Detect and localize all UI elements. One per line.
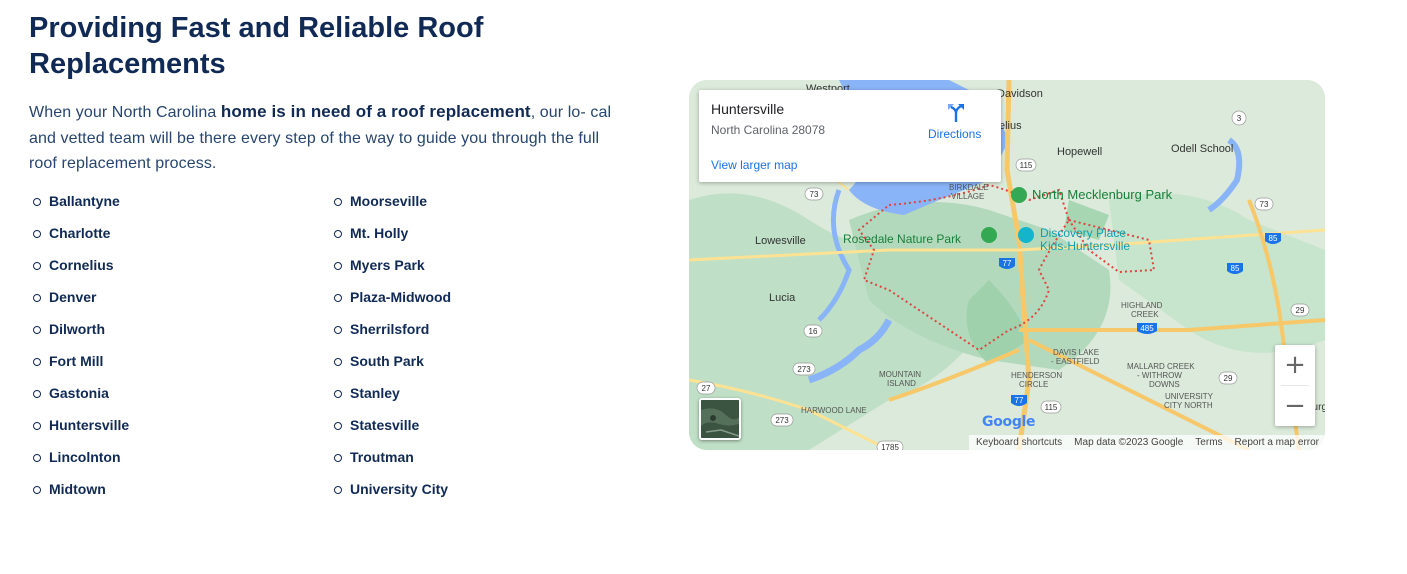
map-label-birkdale-village: VILLAGE <box>951 192 984 201</box>
place-info-card: Huntersville North Carolina 28078 Direct… <box>699 90 1001 182</box>
map-label-hopewell: Hopewell <box>1057 146 1102 158</box>
section-heading: Providing Fast and Reliable Roof Replace… <box>29 10 629 82</box>
map-label-lucia: Lucia <box>769 292 796 304</box>
list-item: Huntersville <box>33 409 129 441</box>
zoom-out-button[interactable]: − <box>1275 386 1315 426</box>
list-item: Cornelius <box>33 249 129 281</box>
list-item: Stanley <box>334 377 451 409</box>
map-label-mountain: MOUNTAIN <box>879 370 921 379</box>
list-item: Myers Park <box>334 249 451 281</box>
list-item: Plaza-Midwood <box>334 281 451 313</box>
list-item: University City <box>334 473 451 505</box>
route-shield-115: 115 <box>1020 161 1033 170</box>
service-area-list-1: Ballantyne Charlotte Cornelius Denver Di… <box>33 185 129 505</box>
list-item: Sherrilsford <box>334 313 451 345</box>
list-item: South Park <box>334 345 451 377</box>
intro-bold-text: home is in need of a roof replacement <box>220 102 531 121</box>
directions-link[interactable]: Directions <box>928 127 981 141</box>
route-shield-273: 273 <box>797 365 811 374</box>
route-shield-i77-south: 77 <box>1015 396 1024 405</box>
list-item: Fort Mill <box>33 345 129 377</box>
report-map-error-link[interactable]: Report a map error <box>1235 437 1319 448</box>
map-label-davidson: Davidson <box>997 88 1043 100</box>
route-shield-i85: 85 <box>1269 234 1278 243</box>
list-item: Charlotte <box>33 217 129 249</box>
map-label-birkdale: BIRKDALE <box>949 183 989 192</box>
route-shield-273-south: 273 <box>775 416 789 425</box>
map-label-henderson-circle: CIRCLE <box>1019 380 1048 389</box>
zoom-controls: + − <box>1275 345 1315 426</box>
zoom-in-button[interactable]: + <box>1275 345 1315 385</box>
list-item: Statesville <box>334 409 451 441</box>
route-shield-3: 3 <box>1237 114 1242 123</box>
google-logo: Google <box>982 414 1036 430</box>
place-name: Huntersville <box>711 101 785 117</box>
map-label-north-mecklenburg-park: North Mecklenburg Park <box>1032 187 1173 202</box>
keyboard-shortcuts-link[interactable]: Keyboard shortcuts <box>976 437 1062 448</box>
route-shield-29-south: 29 <box>1224 374 1233 383</box>
route-shield-29: 29 <box>1296 306 1305 315</box>
map-label-highland-creek: CREEK <box>1131 310 1159 319</box>
route-shield-i485: 485 <box>1140 324 1154 333</box>
directions-icon[interactable] <box>945 101 967 123</box>
map-label-henderson: HENDERSON <box>1011 371 1062 380</box>
list-item: Ballantyne <box>33 185 129 217</box>
map-label-odell-school: Odell School <box>1171 143 1233 155</box>
map-label-withrow: - WITHROW <box>1137 371 1182 380</box>
map-label-university: UNIVERSITY <box>1165 392 1214 401</box>
embedded-map[interactable]: Westport Davidson elius Hopewell Odell S… <box>689 80 1325 450</box>
map-label-island: ISLAND <box>887 379 916 388</box>
map-label-mallard-creek: MALLARD CREEK <box>1127 362 1195 371</box>
route-shield-73-east: 73 <box>1260 200 1269 209</box>
list-item: Denver <box>33 281 129 313</box>
service-area-list-2: Moorseville Mt. Holly Myers Park Plaza-M… <box>334 185 451 505</box>
route-shield-16: 16 <box>809 327 818 336</box>
intro-text-start: When your North Carolina <box>29 104 221 121</box>
place-address: North Carolina 28078 <box>711 123 826 137</box>
route-shield-i85-south: 85 <box>1231 264 1240 273</box>
route-shield-73: 73 <box>810 190 819 199</box>
list-item: Mt. Holly <box>334 217 451 249</box>
heading-line-1: Providing Fast and Reliable Roof <box>29 12 484 44</box>
list-item: Lincolnton <box>33 441 129 473</box>
map-label-lowesville: Lowesville <box>755 235 806 247</box>
map-label-discovery-place: Discovery Place <box>1040 226 1126 240</box>
map-data-attribution: Map data ©2023 Google <box>1074 437 1184 448</box>
map-label-downs: DOWNS <box>1149 380 1180 389</box>
list-item: Moorseville <box>334 185 451 217</box>
list-item: Troutman <box>334 441 451 473</box>
map-label-discovery-kids: Kids-Huntersville <box>1040 239 1130 253</box>
google-logo-text: Google <box>982 414 1036 430</box>
route-shield-27: 27 <box>702 384 711 393</box>
map-label-university-city-north: CITY NORTH <box>1164 401 1213 410</box>
map-label-eastfield: - EASTFIELD <box>1051 357 1100 366</box>
route-shield-115-south: 115 <box>1045 403 1058 412</box>
view-larger-map-link[interactable]: View larger map <box>711 158 797 172</box>
route-shield-i77: 77 <box>1003 259 1012 268</box>
heading-line-2: Replacements <box>29 48 226 80</box>
satellite-toggle-button[interactable] <box>699 398 741 440</box>
list-item: Gastonia <box>33 377 129 409</box>
map-label-davis-lake: DAVIS LAKE <box>1053 348 1099 357</box>
list-item: Dilworth <box>33 313 129 345</box>
map-footer: Keyboard shortcuts Map data ©2023 Google… <box>969 435 1325 450</box>
list-item: Midtown <box>33 473 129 505</box>
map-label-highland: HIGHLAND <box>1121 301 1163 310</box>
map-label-rosedale-nature-park: Rosedale Nature Park <box>843 232 962 246</box>
map-label-cornelius: elius <box>999 120 1022 132</box>
content-section: Providing Fast and Reliable Roof Replace… <box>29 10 629 177</box>
route-shield-1785: 1785 <box>881 443 899 450</box>
satellite-thumbnail-icon <box>701 400 739 438</box>
intro-paragraph: When your North Carolina home is in need… <box>29 99 614 177</box>
map-label-harwood-lane: HARWOOD LANE <box>801 406 867 415</box>
terms-link[interactable]: Terms <box>1195 437 1222 448</box>
